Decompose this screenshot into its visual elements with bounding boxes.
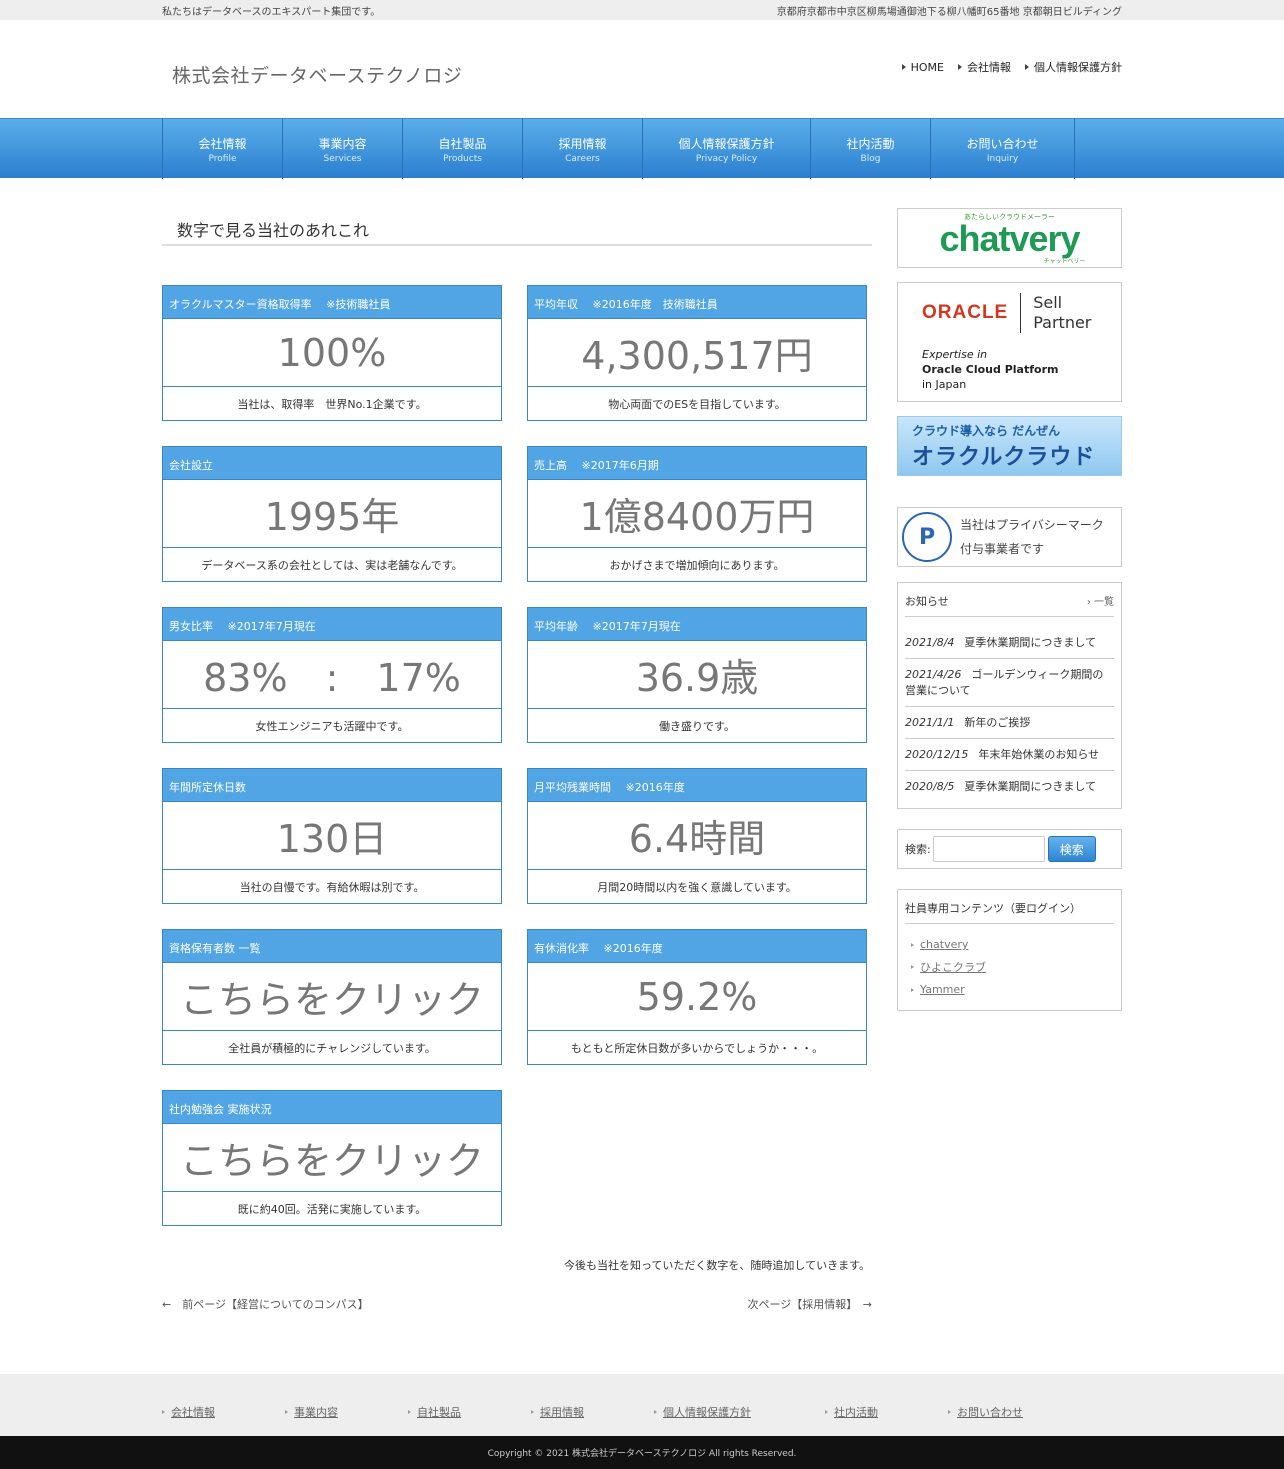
- stat-value: 130日: [163, 802, 501, 870]
- site-logo[interactable]: 株式会社データベーステクノロジ: [172, 61, 462, 88]
- arrow-icon: [654, 1410, 657, 1414]
- page-navigation: ← 前ページ【経営についてのコンパス】 次ページ【採用情報】 →: [162, 1296, 872, 1312]
- search-label: 検索:: [905, 843, 931, 856]
- chatvery-banner[interactable]: あたらしいクラウドメーラー chatvery チャットベリー: [897, 208, 1122, 268]
- tagline: 私たちはデータベースのエキスパート集団です。: [162, 6, 381, 18]
- news-box: お知らせ › 一覧 2021/8/4 夏季休業期間につきまして 2021/4/26 ゴ…: [897, 582, 1122, 809]
- stat-link-click-here[interactable]: こちらをクリック: [163, 963, 501, 1031]
- prev-page-link[interactable]: ← 前ページ【経営についてのコンパス】: [162, 1296, 369, 1312]
- gnav-blog[interactable]: 社内活動 Blog: [811, 119, 931, 179]
- news-item[interactable]: 2021/4/26 ゴールデンウィーク期間の営業について: [905, 667, 1114, 707]
- stat-card-certifications: 資格保有者数 一覧 こちらをクリック 全社員が積極的にチャレンジしています。: [162, 929, 502, 1065]
- oracle-logo: ORACLE: [922, 301, 1009, 323]
- page-title: 数字で見る当社のあれこれ: [162, 208, 872, 246]
- search-box: 検索: 検索: [897, 829, 1122, 869]
- arrow-icon: [958, 64, 962, 70]
- arrow-icon: [911, 987, 914, 992]
- stat-card-study-sessions: 社内勉強会 実施状況 こちらをクリック 既に約40回。活発に実施しています。: [162, 1090, 502, 1226]
- members-link-chatvery[interactable]: chatvery: [911, 938, 1114, 951]
- stat-link-click-here[interactable]: こちらをクリック: [163, 1124, 501, 1192]
- footer-link-inquiry[interactable]: お問い合わせ: [948, 1404, 1071, 1420]
- address: 京都府京都市中京区柳馬場通御池下る柳八幡町65番地 京都朝日ビルディング: [776, 6, 1122, 18]
- arrow-icon: [911, 942, 914, 947]
- search-button[interactable]: 検索: [1047, 836, 1096, 862]
- footer-link-privacy[interactable]: 個人情報保護方針: [654, 1404, 825, 1420]
- arrow-icon: [531, 1410, 534, 1414]
- gnav-inquiry[interactable]: お問い合わせ Inquiry: [931, 119, 1075, 179]
- stat-card-paid-leave: 有休消化率 ※2016年度 59.2% もともと所定休日数が多いからでしょうか・…: [527, 929, 867, 1065]
- stat-card-oracle-master: オラクルマスター資格取得率 ※技術職社員 100% 当社は、取得率 世界No.1…: [162, 285, 502, 421]
- arrow-icon: [948, 1410, 951, 1414]
- top-bar: 私たちはデータベースのエキスパート集団です。 京都府京都市中京区柳馬場通御池下る…: [0, 0, 1284, 20]
- oracle-cloud-banner[interactable]: クラウド導入なら だんぜん オラクルクラウド: [897, 416, 1122, 476]
- copyright: Copyright © 2021 株式会社データベーステクノロジ All rig…: [0, 1436, 1284, 1469]
- stat-value: 1995年: [163, 480, 501, 548]
- privacy-mark-banner[interactable]: P 当社はプライバシーマーク 付与事業者です: [897, 507, 1122, 567]
- header-nav-company[interactable]: 会社情報: [958, 59, 1011, 75]
- footer-link-services[interactable]: 事業内容: [285, 1404, 408, 1420]
- header-nav-privacy[interactable]: 個人情報保護方針: [1025, 59, 1122, 75]
- header-nav-home[interactable]: HOME: [901, 59, 944, 75]
- arrow-icon: [408, 1410, 411, 1414]
- news-item[interactable]: 2021/8/4 夏季休業期間につきまして: [905, 635, 1114, 659]
- site-footer: 会社情報 事業内容 自社製品 採用情報 個人情報保護方針 社内活動 お問い合わせ: [0, 1374, 1284, 1436]
- stat-card-gender-ratio: 男女比率 ※2017年7月現在 83% : 17% 女性エンジニアも活躍中です。: [162, 607, 502, 743]
- stat-value: 36.9歳: [528, 641, 866, 709]
- site-header: 株式会社データベーステクノロジ HOME 会社情報 個人情報保護方針: [0, 20, 1284, 118]
- sidebar: あたらしいクラウドメーラー chatvery チャットベリー ORACLE Se…: [897, 208, 1122, 1011]
- arrow-icon: [162, 1410, 165, 1414]
- members-title: 社員専用コンテンツ（要ログイン）: [905, 902, 1081, 915]
- arrow-icon: [911, 965, 914, 969]
- members-link-hiyoko-club[interactable]: ひよこクラブ: [911, 959, 1114, 975]
- footer-link-products[interactable]: 自社製品: [408, 1404, 531, 1420]
- stat-card-average-age: 平均年齢 ※2017年7月現在 36.9歳 働き盛りです。: [527, 607, 867, 743]
- stat-card-revenue: 売上高 ※2017年6月期 1億8400万円 おかげさまで増加傾向にあります。: [527, 446, 867, 582]
- stat-value: 1億8400万円: [528, 480, 866, 548]
- stat-card-salary: 平均年収 ※2016年度 技術職社員 4,300,517円 物心両面でのESを目…: [527, 285, 867, 421]
- news-item[interactable]: 2021/1/1 新年のご挨拶: [905, 715, 1114, 739]
- news-item[interactable]: 2020/12/15 年末年始休業のお知らせ: [905, 747, 1114, 771]
- stat-card-overtime: 月平均残業時間 ※2016年度 6.4時間 月間20時間以内を強く意識しています…: [527, 768, 867, 904]
- stat-card-founded: 会社設立 1995年 データベース系の会社としては、実は老舗なんです。: [162, 446, 502, 582]
- stat-value: 83% : 17%: [163, 641, 501, 709]
- footer-link-profile[interactable]: 会社情報: [162, 1404, 285, 1420]
- next-page-link[interactable]: 次ページ【採用情報】 →: [748, 1296, 873, 1312]
- stat-value: 6.4時間: [528, 802, 866, 870]
- arrow-icon: [1025, 64, 1029, 70]
- search-input[interactable]: [932, 836, 1045, 862]
- members-link-yammer[interactable]: Yammer: [911, 983, 1114, 996]
- header-nav: HOME 会社情報 個人情報保護方針: [901, 59, 1122, 75]
- gnav-profile[interactable]: 会社情報 Profile: [163, 119, 283, 179]
- members-box: 社員専用コンテンツ（要ログイン） chatvery ひよこクラブ Yammer: [897, 889, 1122, 1011]
- privacy-mark-icon: P: [902, 512, 952, 562]
- gnav-careers[interactable]: 採用情報 Careers: [523, 119, 643, 179]
- main-content: 数字で見る当社のあれこれ オラクルマスター資格取得率 ※技術職社員 100% 当…: [162, 208, 872, 1311]
- global-nav: 会社情報 Profile 事業内容 Services 自社製品 Products 採用…: [0, 118, 1284, 179]
- footer-link-blog[interactable]: 社内活動: [825, 1404, 948, 1420]
- arrow-icon: [285, 1410, 288, 1414]
- arrow-icon: [901, 64, 906, 70]
- stat-value: 59.2%: [528, 963, 866, 1031]
- footer-link-careers[interactable]: 採用情報: [531, 1404, 654, 1420]
- arrow-icon: [825, 1410, 828, 1414]
- stat-value: 4,300,517円: [528, 319, 866, 387]
- gnav-products[interactable]: 自社製品 Products: [403, 119, 523, 179]
- gnav-services[interactable]: 事業内容 Services: [283, 119, 403, 179]
- news-item[interactable]: 2020/8/5 夏季休業期間につきまして: [905, 779, 1114, 802]
- stat-value: 100%: [163, 319, 501, 387]
- footer-note: 今後も当社を知っていただく数字を、随時追加していきます。: [563, 1259, 870, 1272]
- news-more-link[interactable]: › 一覧: [1087, 593, 1114, 608]
- news-title: お知らせ: [905, 595, 949, 608]
- divider: [1020, 292, 1022, 333]
- stat-card-holidays: 年間所定休日数 130日 当社の自慢です。有給休暇は別です。: [162, 768, 502, 904]
- gnav-privacy[interactable]: 個人情報保護方針 Privacy Policy: [643, 119, 811, 179]
- oracle-partner-banner[interactable]: ORACLE Sell Partner Expertise in Oracle C…: [897, 282, 1122, 402]
